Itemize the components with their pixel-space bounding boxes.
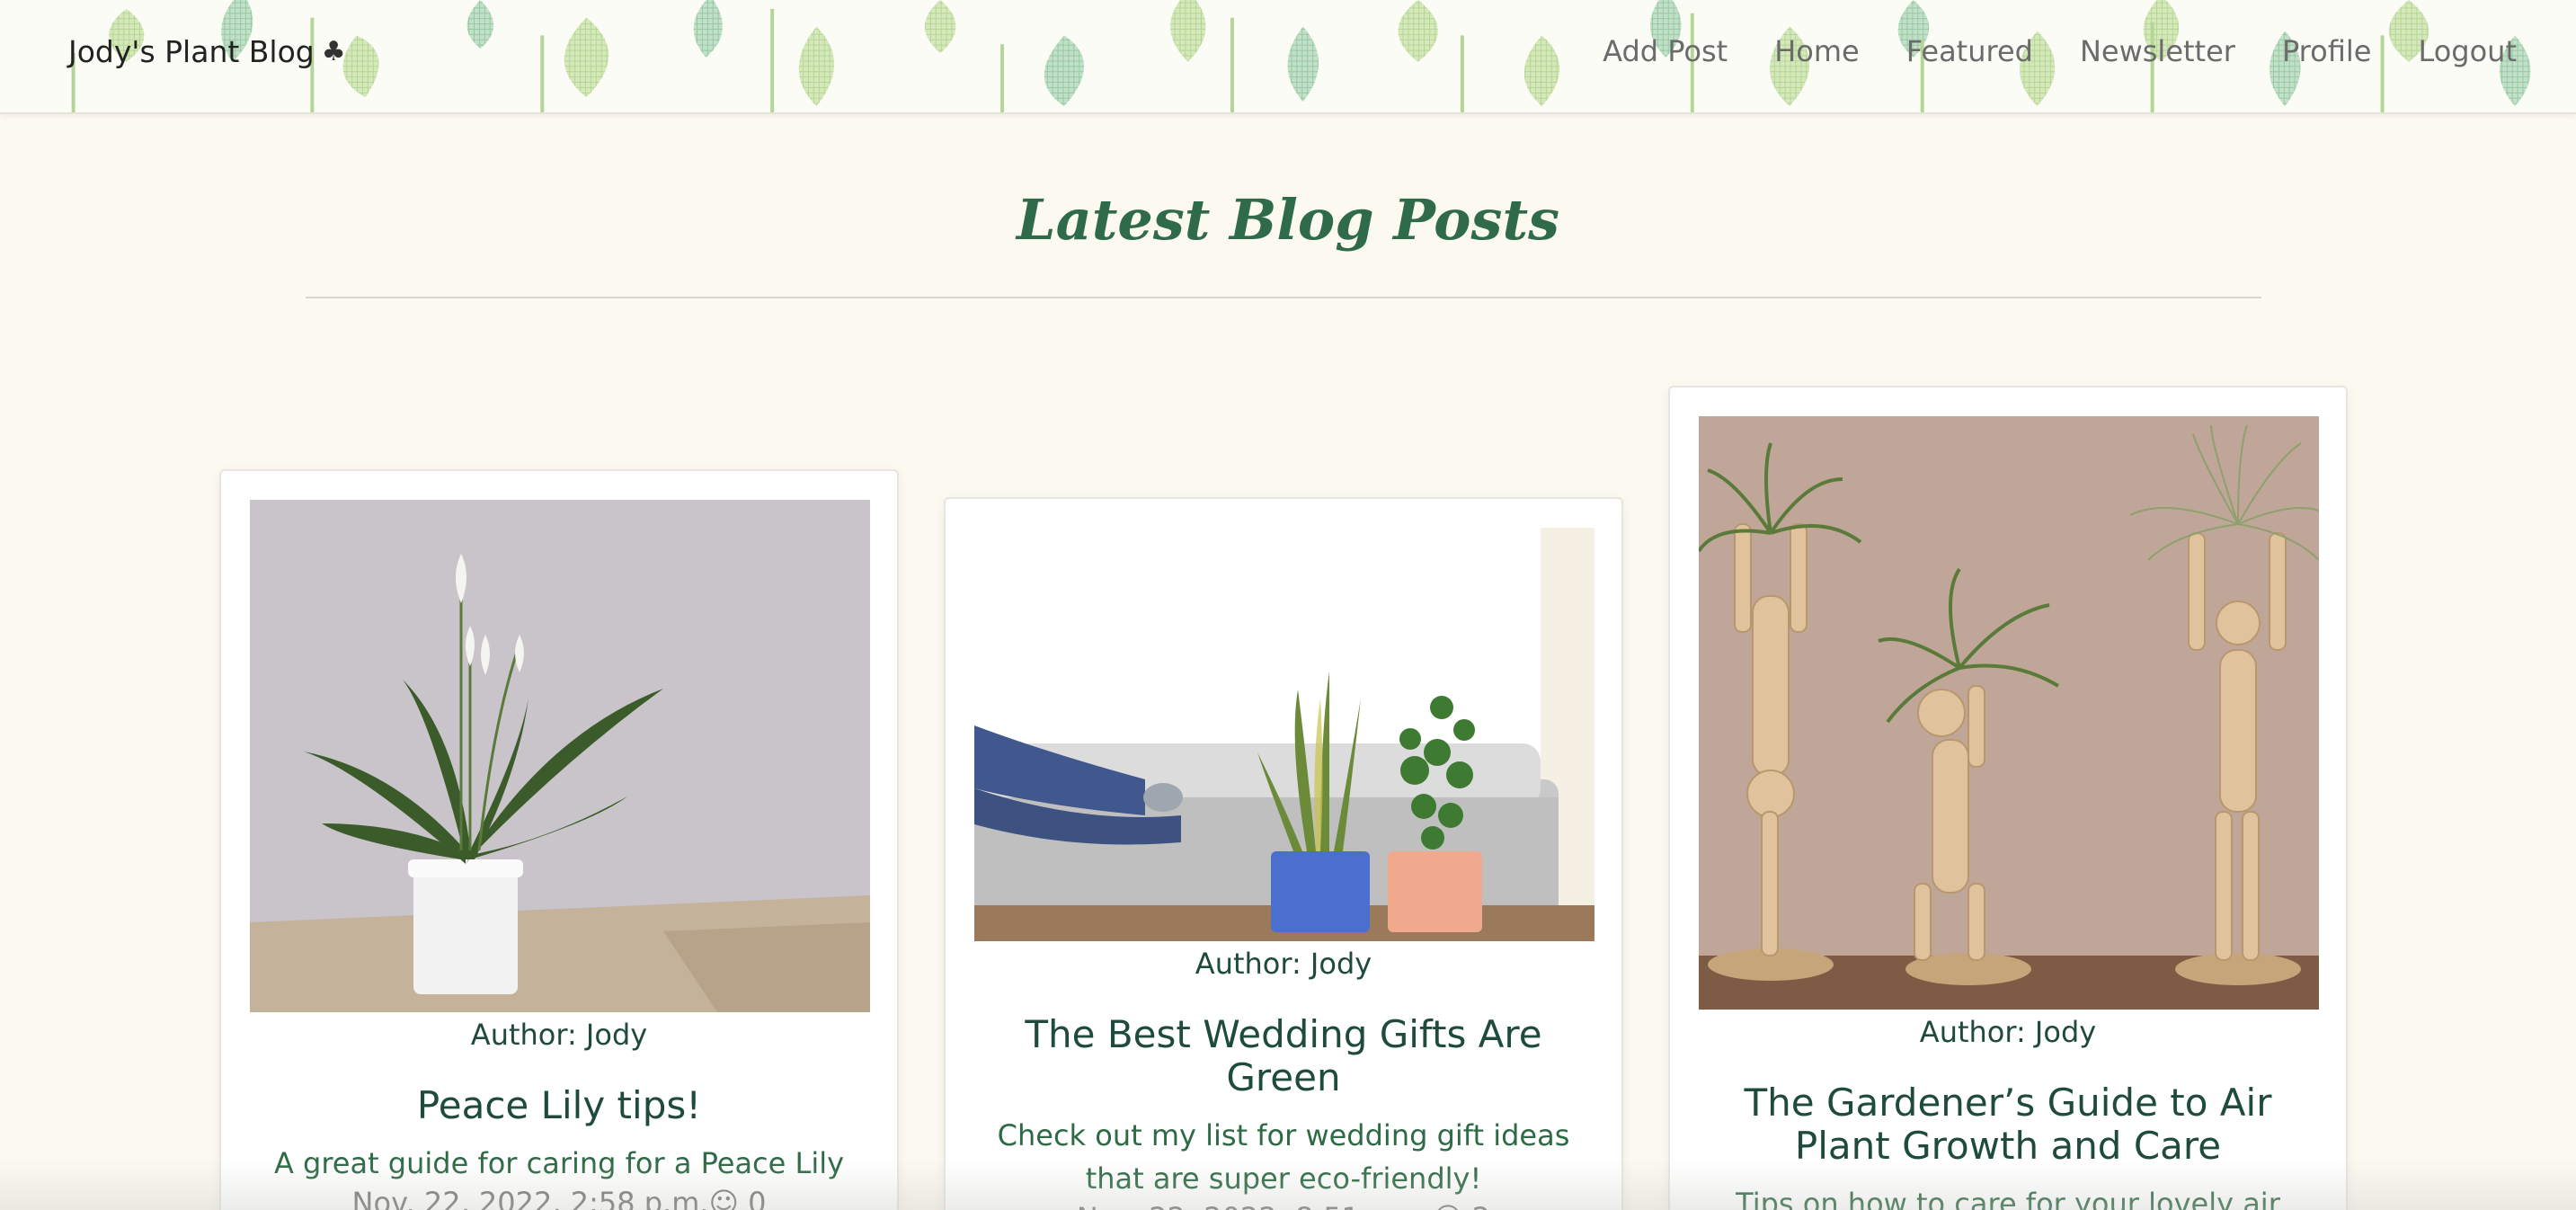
brand-logo[interactable]: Jody's Plant Blog ♣ bbox=[68, 34, 346, 69]
post-card[interactable]: Author: Jody The Gardener’s Guide to Air… bbox=[1668, 386, 2348, 1210]
brand-name: Jody's Plant Blog bbox=[68, 34, 315, 69]
post-meta: Nov. 22, 2022, 8:51 a.m.☺ 2 bbox=[974, 1200, 1593, 1210]
nav-add-post[interactable]: Add Post bbox=[1603, 34, 1728, 68]
nav-newsletter[interactable]: Newsletter bbox=[2080, 34, 2235, 68]
post-card[interactable]: Author: Jody Peace Lily tips! A great gu… bbox=[219, 469, 899, 1210]
nav-logout[interactable]: Logout bbox=[2418, 34, 2517, 68]
potted-plants-photo[interactable] bbox=[974, 528, 1594, 941]
post-author: Author: Jody bbox=[1919, 1015, 2097, 1049]
nav-home[interactable]: Home bbox=[1774, 34, 1860, 68]
post-meta: Nov. 22, 2022, 2:58 p.m.☺ 0 bbox=[351, 1186, 767, 1210]
air-plants-photo[interactable] bbox=[1699, 416, 2319, 1010]
post-author: Author: Jody bbox=[470, 1018, 648, 1052]
post-excerpt: Check out my list for wedding gift ideas… bbox=[997, 1118, 1570, 1196]
post-author: Author: Jody bbox=[1195, 947, 1372, 981]
post-card[interactable]: Author: Jody The Best Wedding Gifts Are … bbox=[944, 497, 1623, 1210]
nav-links: Add Post Home Featured Newsletter Profil… bbox=[1603, 34, 2517, 68]
title-divider bbox=[306, 297, 2261, 298]
nav-featured[interactable]: Featured bbox=[1906, 34, 2033, 68]
post-excerpt: A great guide for caring for a Peace Lil… bbox=[273, 1146, 845, 1180]
page-title: Latest Blog Posts bbox=[1017, 187, 1559, 253]
post-excerpt: Tips on how to care for your lovely air bbox=[1736, 1187, 2280, 1210]
post-title[interactable]: The Gardener’s Guide to Air Plant Growth… bbox=[1699, 1081, 2317, 1168]
post-title[interactable]: The Best Wedding Gifts Are Green bbox=[974, 1013, 1593, 1099]
post-title[interactable]: Peace Lily tips! bbox=[250, 1084, 868, 1127]
seedling-icon: ♣ bbox=[321, 36, 346, 67]
peace-lily-photo[interactable] bbox=[250, 500, 870, 1012]
navbar: Jody's Plant Blog ♣ Add Post Home Featur… bbox=[0, 0, 2576, 114]
nav-profile[interactable]: Profile bbox=[2282, 34, 2372, 68]
